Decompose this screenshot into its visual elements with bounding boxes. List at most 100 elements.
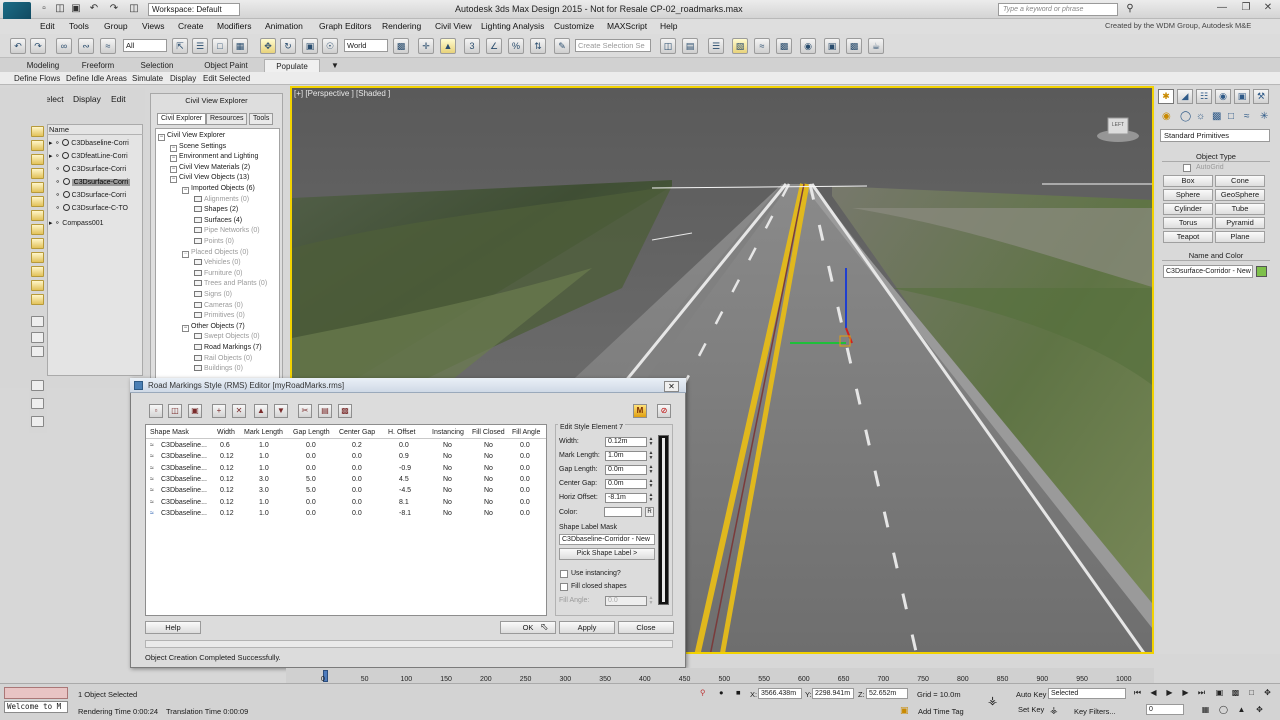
fill-angle-spinner[interactable]: ▲ ▼ [648, 596, 654, 606]
table-cell[interactable]: No [443, 487, 452, 494]
rms-dialog-titlebar[interactable]: Road Markings Style (RMS) Editor [myRoad… [130, 378, 686, 393]
column-header[interactable]: H. Offset [388, 429, 416, 436]
ribbon-tab-modeling[interactable]: Modeling [18, 59, 68, 72]
close-button[interactable]: Close [618, 621, 674, 634]
display-influences-icon[interactable] [31, 398, 44, 409]
render-icon[interactable]: ☕ [868, 38, 884, 54]
table-cell[interactable]: -8.1 [399, 510, 411, 517]
menu-lighting-analysis[interactable]: Lighting Analysis [481, 20, 544, 32]
ribbon-tab-freeform[interactable]: Freeform [75, 59, 121, 72]
column-header[interactable]: Shape Mask [150, 429, 189, 436]
tree-node[interactable]: Alignments (0) [194, 195, 249, 205]
prev-frame-icon[interactable]: ◀ [1148, 688, 1159, 698]
tree-expander-icon[interactable]: − [170, 165, 177, 173]
table-cell[interactable]: C3Dbaseline... [161, 499, 207, 506]
table-cell[interactable]: No [443, 465, 452, 472]
move-icon[interactable]: ✥ [260, 38, 276, 54]
rendered-frame-icon[interactable]: ▩ [846, 38, 862, 54]
column-header[interactable]: Fill Closed [472, 429, 505, 436]
lock-icon[interactable] [31, 416, 44, 427]
set-key-button[interactable]: Set Key [1018, 705, 1044, 714]
selection-lock-icon[interactable]: ● [719, 688, 724, 697]
select-manipulate-icon[interactable]: ✛ [418, 38, 434, 54]
define-flows-button[interactable]: Define Flows [14, 73, 60, 84]
tree-node[interactable]: Surfaces (4) [194, 216, 242, 226]
center-gap-input[interactable]: 0.0m [605, 479, 647, 489]
x-coordinate-input[interactable]: 3566.438m [758, 688, 802, 699]
tree-node[interactable]: − Scene Settings [170, 142, 226, 152]
table-cell[interactable]: No [484, 510, 493, 517]
link-icon[interactable]: ∞ [56, 38, 72, 54]
table-cell[interactable]: 8.1 [399, 499, 409, 506]
sync-selection-icon[interactable] [31, 380, 44, 391]
absolute-mode-icon[interactable]: ■ [736, 688, 741, 697]
menu-modifiers[interactable]: Modifiers [217, 20, 251, 32]
object-color-swatch[interactable] [1256, 266, 1267, 277]
maxscript-listener-mini[interactable] [4, 687, 68, 699]
save-style-icon[interactable]: ▣ [188, 404, 202, 418]
y-coordinate-input[interactable]: 2298.941m [812, 688, 854, 699]
horiz-offset-input[interactable]: -8.1m [605, 493, 647, 503]
rect-selection-icon[interactable]: □ [212, 38, 228, 54]
tree-expander-icon[interactable]: − [182, 324, 189, 332]
menu-tools[interactable]: Tools [69, 20, 89, 32]
minimize-icon[interactable]: — [1210, 1, 1234, 16]
apply-button[interactable]: Apply [559, 621, 615, 634]
filter-containers-icon[interactable] [31, 252, 44, 263]
table-cell[interactable]: 0.0 [306, 510, 316, 517]
table-cell[interactable]: C3Dbaseline... [161, 453, 207, 460]
filter-helpers-icon[interactable] [31, 182, 44, 193]
menu-help[interactable]: Help [660, 20, 677, 32]
list-item[interactable]: ▸ ⚬ C3Dbaseline-Corri [49, 138, 143, 150]
menu-group[interactable]: Group [104, 20, 128, 32]
tree-node[interactable]: Points (0) [194, 237, 234, 247]
tree-node[interactable]: Shapes (2) [194, 205, 238, 215]
current-frame-input[interactable]: 0 [1146, 704, 1184, 715]
ribbon-tab-populate[interactable]: Populate [264, 59, 320, 72]
move-down-icon[interactable]: ▼ [274, 404, 288, 418]
tree-expander-icon[interactable]: − [170, 144, 177, 152]
display-children-icon[interactable] [31, 346, 44, 357]
edit-named-selection-icon[interactable]: ✎ [554, 38, 570, 54]
tree-expander-icon[interactable]: − [158, 134, 165, 141]
cameras-category-icon[interactable]: ▩ [1212, 111, 1221, 122]
table-cell[interactable]: 0.0 [520, 476, 530, 483]
column-header[interactable]: Instancing [432, 429, 464, 436]
fill-angle-input[interactable]: 0.0 [605, 596, 647, 606]
no-entry-icon[interactable]: ⊘ [657, 404, 671, 418]
menu-civil-view[interactable]: Civil View [435, 20, 472, 32]
tree-node[interactable]: − Civil View Materials (2) [170, 163, 250, 173]
zoom-extents-icon[interactable]: ▣ [1214, 688, 1225, 698]
table-cell[interactable]: 0.12 [220, 487, 234, 494]
pivot-center-icon[interactable]: ▩ [393, 38, 409, 54]
material-editor-icon[interactable]: ◉ [800, 38, 816, 54]
goto-start-icon[interactable]: ⏮ [1132, 688, 1143, 698]
tree-node[interactable]: Cameras (0) [194, 301, 243, 311]
keyboard-shortcut-toggle-icon[interactable]: ▲ [440, 38, 456, 54]
z-coordinate-input[interactable]: 52.652m [866, 688, 908, 699]
save-icon[interactable]: ▣ [70, 3, 82, 15]
keyword-search-input[interactable]: Type a keyword or phrase [998, 3, 1118, 16]
use-instancing-checkbox[interactable] [560, 570, 568, 578]
viewcube[interactable]: LEFT [1095, 112, 1141, 144]
filter-shapes-icon[interactable] [31, 140, 44, 151]
name-and-color-rollout[interactable]: Name and Color [1162, 250, 1270, 261]
orbit-icon[interactable]: ◯ [1218, 705, 1229, 715]
redo-icon[interactable]: ↷ [30, 38, 46, 54]
cylinder-button[interactable]: Cylinder [1163, 203, 1213, 215]
simulate-button[interactable]: Simulate [132, 73, 163, 84]
mirror-icon[interactable]: ◫ [660, 38, 676, 54]
cone-button[interactable]: Cone [1215, 175, 1265, 187]
table-cell[interactable]: 0.0 [352, 510, 362, 517]
table-cell[interactable]: 0.9 [399, 453, 409, 460]
walkthrough-icon[interactable]: ✥ [1254, 705, 1265, 715]
tree-node[interactable]: Rail Objects (0) [194, 354, 252, 364]
autogrid-checkbox[interactable] [1183, 164, 1191, 172]
geosphere-button[interactable]: GeoSphere [1215, 189, 1265, 201]
tree-node[interactable]: − Other Objects (7) [182, 322, 245, 332]
table-cell[interactable]: 0.0 [520, 465, 530, 472]
tree-node[interactable]: Primitives (0) [194, 311, 245, 321]
width-input[interactable]: 0.12m [605, 437, 647, 447]
viewport-label[interactable]: [+] [Perspective ] [Shaded ] [294, 89, 390, 98]
filter-space-warps-icon[interactable] [31, 196, 44, 207]
